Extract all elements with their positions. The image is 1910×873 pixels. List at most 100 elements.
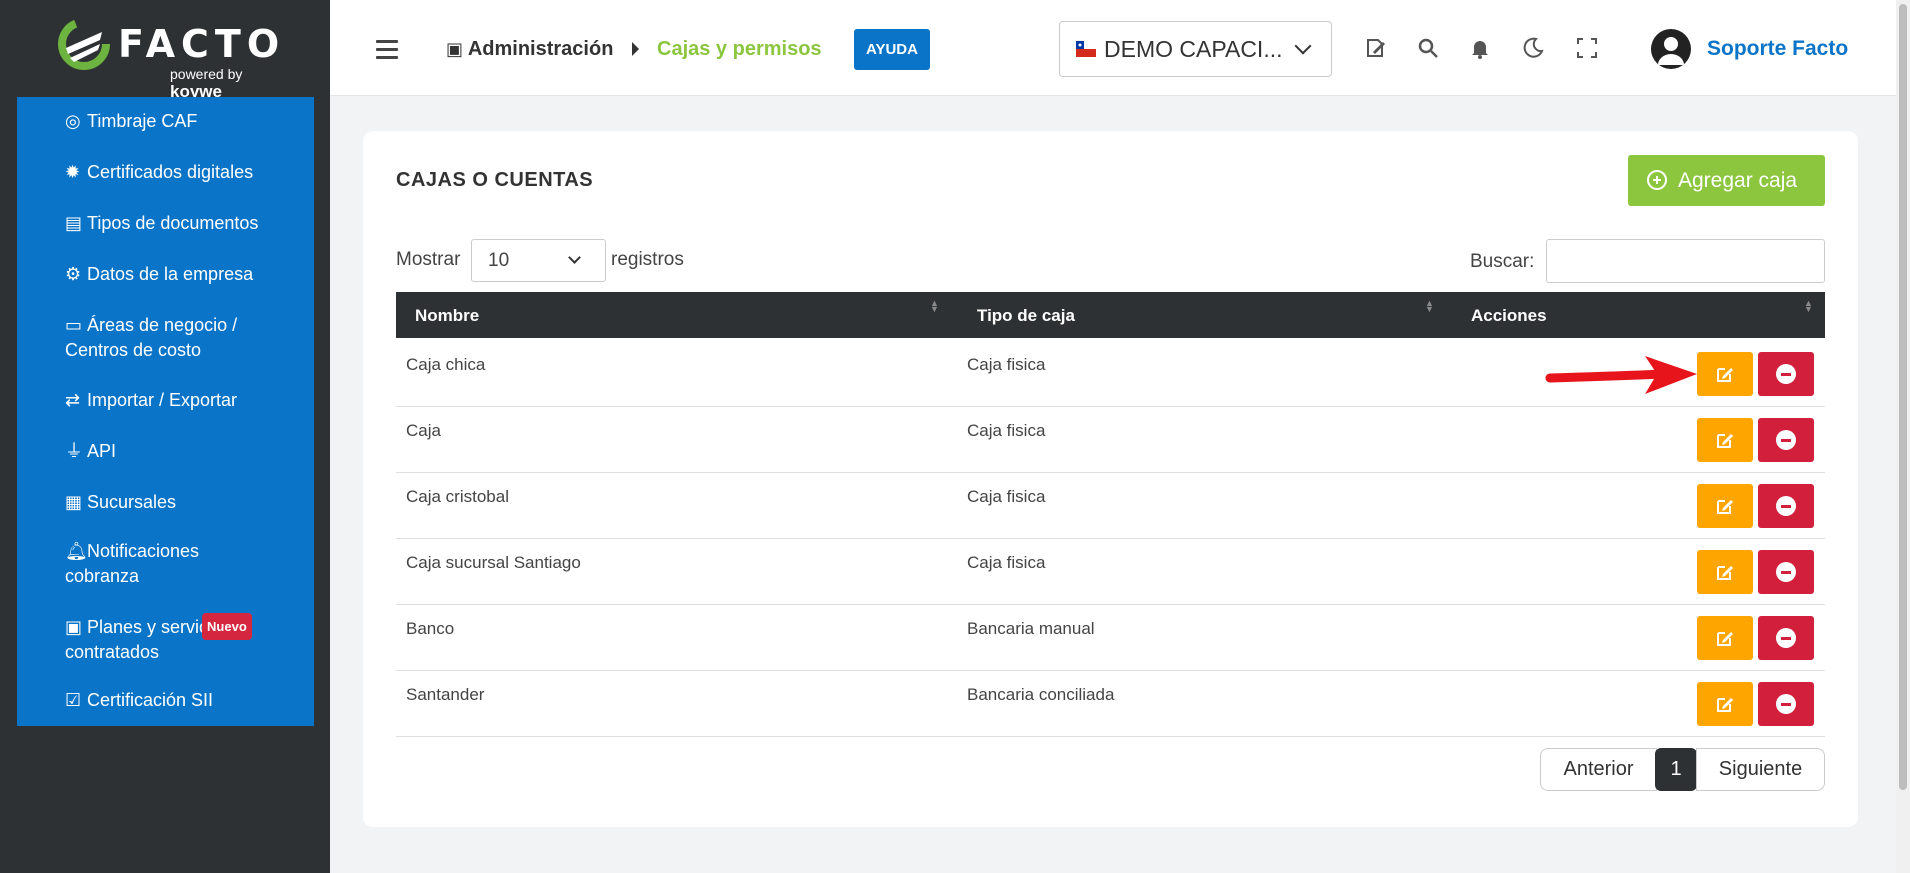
card-title: CAJAS O CUENTAS [396, 169, 594, 191]
company-select[interactable]: DEMO CAPACI... [1059, 21, 1332, 77]
table-header: Nombre ▲ ▼ Tipo de caja ▲ ▼ Acciones ▲ ▼ [396, 292, 1825, 338]
table-row: Santander Bancaria conciliada [396, 671, 1825, 737]
minus-circle-icon [1776, 628, 1796, 648]
edit-icon [1717, 632, 1733, 646]
table-row: Banco Bancaria manual [396, 605, 1825, 671]
row-type: Caja fisica [967, 421, 1046, 440]
breadcrumb-root[interactable]: ▣ Administración [446, 38, 613, 61]
badge-icon: ✹ [65, 162, 81, 182]
edit-button[interactable] [1697, 352, 1753, 396]
company-select-value: DEMO CAPACI... [1104, 36, 1283, 62]
sidebar-item-areas-negocio[interactable]: ▭ Áreas de negocio / Centros de costo [65, 313, 237, 363]
delete-button[interactable] [1758, 682, 1814, 726]
edit-icon [1717, 500, 1733, 514]
bell-icon[interactable] [1468, 36, 1492, 60]
show-label: Mostrar [396, 249, 461, 270]
edit-button[interactable] [1697, 682, 1753, 726]
bell-icon: 🔔︎ [65, 541, 88, 561]
help-button[interactable]: AYUDA [854, 29, 930, 70]
pagination-previous[interactable]: Anterior [1540, 748, 1657, 791]
sort-icon[interactable]: ▲ ▼ [1804, 299, 1814, 314]
minus-circle-icon [1776, 694, 1796, 714]
sidebar-item-label: Datos de la empresa [87, 264, 254, 284]
gear-icon: ⚙ [65, 264, 82, 284]
column-header-name[interactable]: Nombre [415, 306, 479, 326]
user-avatar[interactable] [1651, 29, 1691, 69]
card-icon: ▣ [65, 617, 83, 637]
sidebar-item-label: Certificación SII [87, 690, 214, 710]
delete-button[interactable] [1758, 352, 1814, 396]
sort-icon[interactable]: ▲ ▼ [930, 299, 940, 314]
pagination-next[interactable]: Siguiente [1696, 748, 1825, 791]
chile-flag-icon [1076, 41, 1096, 57]
new-badge: Nuevo [202, 613, 252, 640]
exchange-icon: ⇄ [65, 390, 81, 410]
delete-button[interactable] [1758, 550, 1814, 594]
row-type: Bancaria manual [967, 619, 1095, 638]
sidebar-item-timbraje-caf[interactable]: ◎ Timbraje CAF [65, 109, 197, 134]
row-type: Bancaria conciliada [967, 685, 1115, 704]
sidebar-item-datos-empresa[interactable]: ⚙ Datos de la empresa [65, 262, 253, 287]
sidebar-item-importar-exportar[interactable]: ⇄ Importar / Exportar [65, 388, 237, 413]
search-input[interactable] [1546, 239, 1825, 283]
edit-button[interactable] [1697, 484, 1753, 528]
table-row: Caja sucursal Santiago Caja fisica [396, 539, 1825, 605]
signature-icon[interactable] [1364, 36, 1388, 60]
edit-icon [1717, 566, 1733, 580]
cash-accounts-card: CAJAS O CUENTAS Agregar caja Mostrar 10 … [363, 131, 1858, 827]
chevron-down-icon [1294, 37, 1312, 55]
sidebar-item-planes[interactable]: ▣ Planes y servicNuevo contratados [65, 613, 252, 665]
delete-button[interactable] [1758, 616, 1814, 660]
page-scrollbar[interactable] [1896, 0, 1910, 873]
delete-button[interactable] [1758, 484, 1814, 528]
sidebar-item-label: Planes y servic [87, 617, 209, 637]
scrollbar-thumb[interactable] [1899, 4, 1907, 790]
edit-button[interactable] [1697, 418, 1753, 462]
add-cash-button[interactable]: Agregar caja [1628, 155, 1825, 206]
sidebar: FACTO powered by koywe ◎ Timbraje CAF ✹ Ce… [0, 0, 330, 873]
breadcrumb-current: Cajas y permisos [657, 38, 822, 60]
table-row: Caja cristobal Caja fisica [396, 473, 1825, 539]
edit-icon [1717, 434, 1733, 448]
search-label: Buscar: [1470, 251, 1535, 272]
row-type: Caja fisica [967, 355, 1046, 374]
column-header-actions: Acciones [1471, 306, 1547, 325]
sidebar-item-label: Importar / Exportar [87, 390, 238, 410]
edit-button[interactable] [1697, 550, 1753, 594]
user-name[interactable]: Soporte Facto [1707, 37, 1848, 61]
sidebar-item-sucursales[interactable]: ▦ Sucursales [65, 490, 176, 515]
sidebar-item-label: API [87, 441, 117, 461]
minus-circle-icon [1776, 430, 1796, 450]
edit-icon [1717, 368, 1733, 382]
chevron-down-icon [568, 251, 581, 264]
sidebar-item-certificacion-sii[interactable]: ☑ Certificación SII [65, 688, 213, 713]
plus-circle-icon [1647, 170, 1667, 190]
archive-icon: ▭ [65, 315, 83, 335]
row-name: Caja sucursal Santiago [406, 553, 581, 572]
sidebar-item-notificaciones[interactable]: 🔔︎Notificaciones cobranza [65, 539, 199, 589]
sidebar-item-api[interactable]: ⏚ API [65, 439, 116, 464]
top-header: ▣ Administración Cajas y permisos AYUDA … [330, 0, 1896, 96]
annotation-arrow-icon [1545, 356, 1697, 394]
document-icon: ▤ [65, 213, 83, 233]
sidebar-item-tipos-documentos[interactable]: ▤ Tipos de documentos [65, 211, 258, 236]
edit-button[interactable] [1697, 616, 1753, 660]
logo-wordmark: FACTO [118, 22, 286, 66]
sidebar-menu: ◎ Timbraje CAF ✹ Certificados digitales ▤ T… [17, 97, 314, 726]
building-icon: ▦ [65, 492, 83, 512]
dark-mode-moon-icon[interactable] [1521, 36, 1545, 60]
sidebar-item-certificados[interactable]: ✹ Certificados digitales [65, 160, 253, 185]
hamburger-menu-icon[interactable] [376, 40, 398, 64]
page-length-select[interactable]: 10 [471, 239, 606, 282]
user-icon [1658, 37, 1684, 65]
minus-circle-icon [1776, 364, 1796, 384]
delete-button[interactable] [1758, 418, 1814, 462]
plug-icon: ⏚ [65, 441, 83, 461]
row-name: Santander [406, 685, 485, 704]
sort-icon[interactable]: ▲ ▼ [1425, 299, 1435, 314]
fullscreen-icon[interactable] [1575, 36, 1599, 60]
column-header-type[interactable]: Tipo de caja [977, 306, 1075, 326]
search-icon[interactable] [1416, 36, 1440, 60]
pagination-page-1[interactable]: 1 [1655, 748, 1697, 791]
facto-logo[interactable]: FACTO powered by koywe [58, 16, 279, 101]
